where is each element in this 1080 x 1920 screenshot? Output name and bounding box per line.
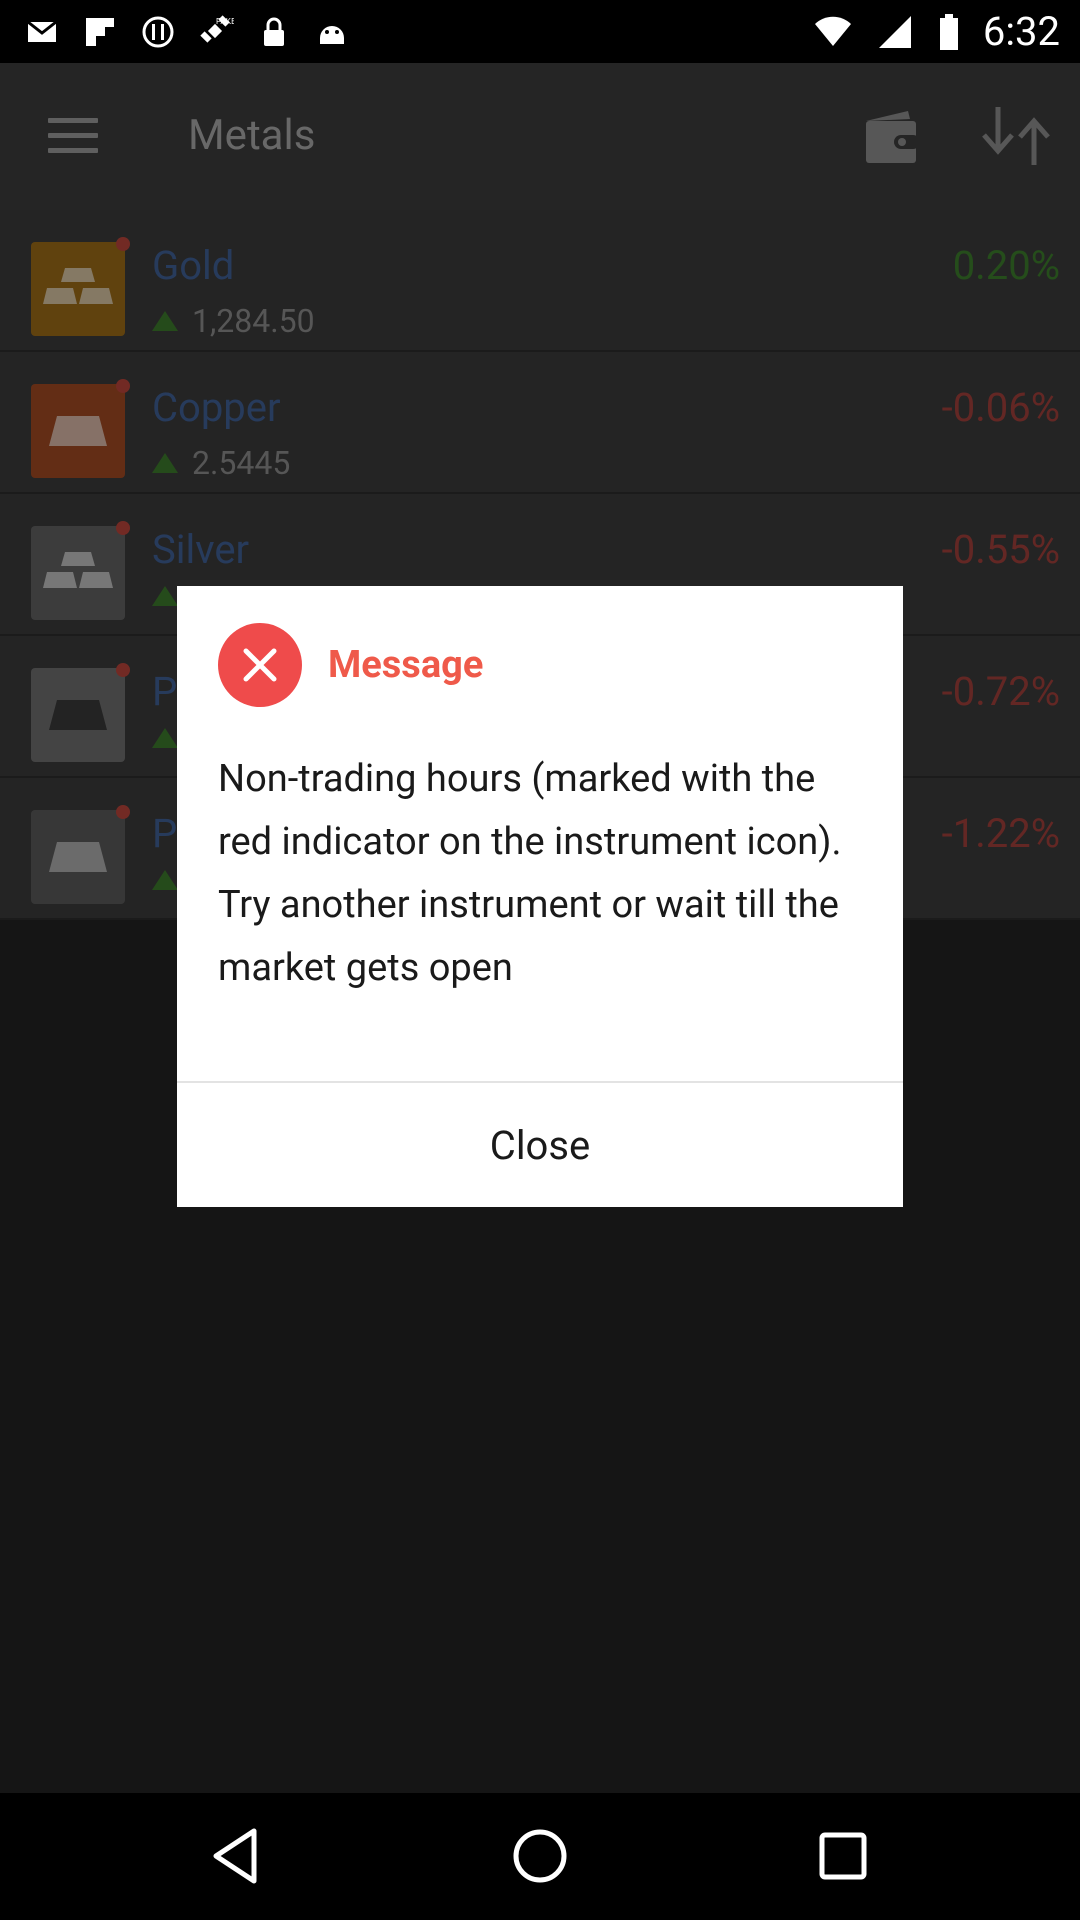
recents-icon[interactable]: [810, 1823, 876, 1889]
svg-text:FAKE: FAKE: [216, 17, 234, 26]
wifi-icon: [813, 12, 853, 52]
circle-sync-icon: [140, 14, 176, 50]
satellite-fake-gps-icon: FAKE: [198, 14, 236, 50]
battery-icon: [937, 12, 961, 52]
android-icon: [314, 14, 350, 50]
status-bar: FAKE 6:32: [0, 0, 1080, 63]
flipboard-icon: [82, 14, 118, 50]
lock-icon: [256, 14, 292, 50]
navigation-bar: [0, 1793, 1080, 1920]
status-bar-system: 6:32: [813, 10, 1060, 54]
back-icon[interactable]: [204, 1823, 270, 1889]
status-bar-notifications: FAKE: [24, 14, 350, 50]
message-dialog: Message Non-trading hours (marked with t…: [177, 586, 903, 1207]
error-close-icon: [218, 623, 302, 707]
close-button[interactable]: Close: [177, 1083, 903, 1207]
home-icon[interactable]: [507, 1823, 573, 1889]
dialog-header: Message: [218, 623, 483, 707]
dialog-message: Non-trading hours (marked with the red i…: [218, 757, 842, 990]
dialog-title: Message: [328, 643, 484, 687]
clock-time: 6:32: [982, 8, 1060, 55]
signal-icon: [875, 12, 915, 52]
mail-icon: [24, 14, 60, 50]
